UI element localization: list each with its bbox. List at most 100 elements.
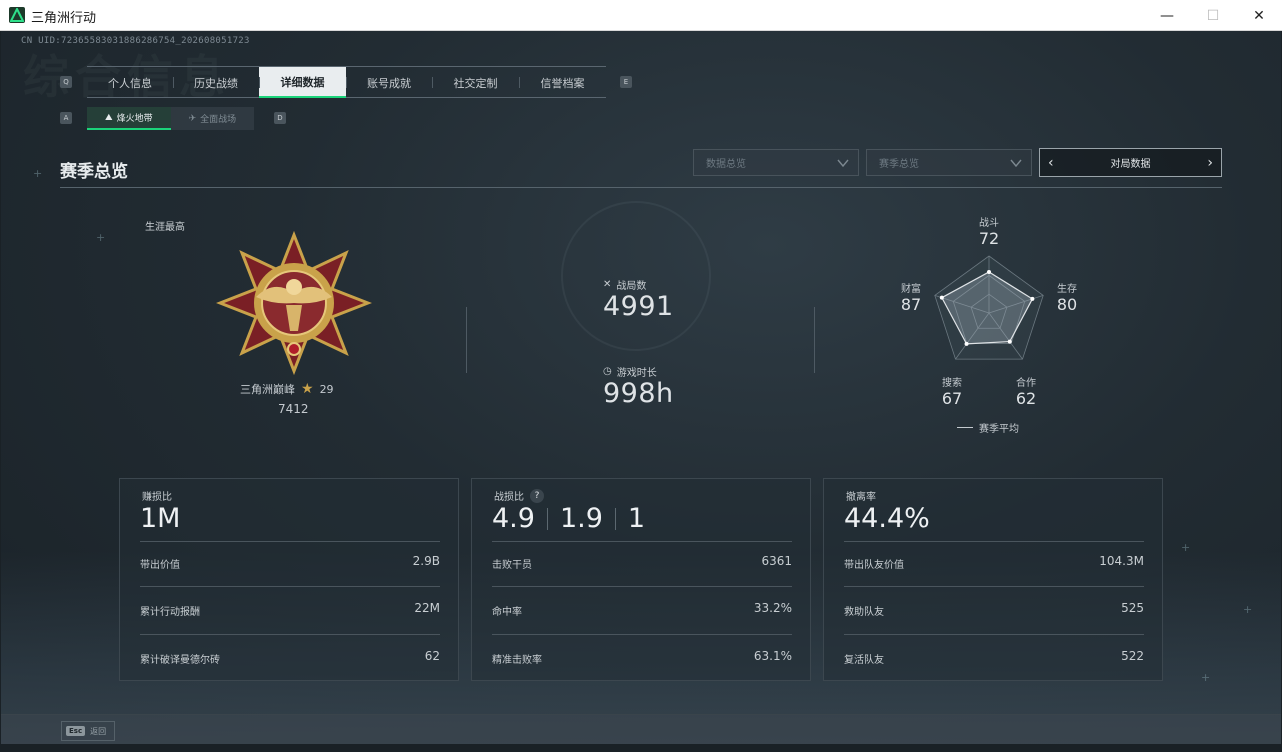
radar-label-search: 搜索: [942, 378, 962, 389]
view-switcher[interactable]: ‹ 对局数据 ›: [1039, 148, 1222, 177]
decor-cross-icon: +: [96, 231, 106, 244]
tab-achievements[interactable]: 账号成就: [346, 67, 432, 98]
radar-value-point: [939, 295, 944, 300]
mountain-icon: ⛰: [105, 112, 113, 123]
stat-row: 累计行动报酬 22M: [140, 601, 440, 618]
back-button[interactable]: Esc 返回: [61, 721, 116, 741]
extract-rate-value: 44.4%: [844, 503, 930, 534]
playtime-label: ◷ 游戏时长: [603, 364, 657, 379]
panel-title: 赚损比: [142, 488, 172, 503]
divider: [466, 307, 467, 373]
panel-title-text: 战损比: [494, 492, 524, 503]
main-tabs: 个人信息 历史战绩 详细数据 账号成就 社交定制 信誉档案: [87, 66, 606, 98]
decor-cross-icon: +: [1243, 603, 1253, 616]
data-type-select[interactable]: 数据总览: [693, 149, 859, 176]
window-titlebar: 三角洲行动 — ☐ ✕: [0, 0, 1282, 31]
panel-kd-ratio: 战损比 ? 4.9 1.9 1 击败干员 6361 命中率 33.2% 精准击败率 6…: [471, 478, 811, 681]
divider: [614, 507, 616, 530]
tab-personal-info[interactable]: 个人信息: [87, 67, 173, 98]
chevron-down-icon: [1010, 159, 1022, 168]
tab-social-custom[interactable]: 社交定制: [432, 67, 519, 98]
radar-chart: [934, 255, 1044, 360]
select-value: 赛季总览: [879, 159, 919, 170]
bottom-bar: Esc 返回: [1, 714, 1281, 744]
stat-key: 带出价值: [140, 560, 180, 571]
tab-detailed-data[interactable]: 详细数据: [259, 67, 346, 98]
back-label: 返回: [90, 726, 107, 736]
matches-label-text: 战局数: [616, 281, 647, 292]
subtab-prev-key-hint[interactable]: A: [60, 112, 72, 124]
mode-subtabs: ⛰ 烽火地带 ✈ 全面战场: [87, 107, 255, 130]
close-button[interactable]: ✕: [1236, 0, 1282, 31]
radar-label-wealth: 财富: [901, 284, 921, 295]
stat-key: 带出队友价值: [844, 560, 904, 571]
stat-key: 救助队友: [844, 607, 884, 618]
decor-cross-icon: +: [1201, 671, 1211, 684]
radar-value-teamwork: 62: [1015, 389, 1037, 408]
tab-prev-key-hint[interactable]: Q: [60, 76, 72, 88]
clock-icon: ◷: [603, 366, 612, 377]
divider: [140, 634, 440, 635]
legend-label: 赛季平均: [979, 424, 1019, 435]
kd-value-2: 1.9: [559, 503, 603, 534]
kd-value-3: 1: [627, 503, 646, 534]
chevron-left-icon[interactable]: ‹: [1048, 155, 1054, 171]
stat-value: 104.3M: [1099, 554, 1144, 568]
stat-value: 22M: [414, 601, 440, 615]
stat-value: 63.1%: [753, 649, 792, 663]
matches-label: ✕ 战局数: [603, 277, 646, 292]
subtab-next-key-hint[interactable]: D: [274, 112, 286, 124]
chevron-right-icon[interactable]: ›: [1207, 155, 1213, 171]
maximize-button[interactable]: ☐: [1190, 0, 1236, 31]
app-logo-icon: [9, 7, 25, 23]
season-select[interactable]: 赛季总览: [866, 149, 1032, 176]
rank-info: 三角洲巅峰 ★ 29: [240, 381, 334, 397]
rank-stars: 29: [319, 382, 334, 396]
rank-medal-icon: [216, 231, 372, 376]
minimize-button[interactable]: —: [1144, 0, 1190, 31]
profit-ratio-value: 1M: [140, 503, 181, 534]
subtab-warfare[interactable]: ✈ 全面战场: [170, 107, 255, 130]
legend-line: [957, 427, 973, 428]
player-uid: CN UID:72365583031886286754_202608051723: [21, 36, 250, 46]
radar-value-point: [964, 341, 969, 346]
divider: [546, 507, 548, 530]
radar-value-combat: 72: [978, 229, 1000, 248]
help-icon[interactable]: ?: [530, 488, 544, 503]
tab-next-key-hint[interactable]: E: [620, 76, 632, 88]
tab-reputation[interactable]: 信誉档案: [519, 67, 606, 98]
star-icon: ★: [301, 381, 314, 397]
tab-match-history[interactable]: 历史战绩: [173, 67, 259, 98]
stat-row: 复活队友 522: [844, 649, 1144, 666]
radar-value-point: [1030, 296, 1035, 301]
window-title: 三角洲行动: [31, 11, 97, 26]
stat-value: 33.2%: [753, 601, 792, 615]
divider: [492, 586, 792, 587]
panel-big-value: 1M: [140, 503, 180, 534]
divider: [140, 541, 440, 542]
decor-cross-icon: +: [1181, 541, 1191, 554]
plane-icon: ✈: [188, 113, 197, 124]
divider: [492, 634, 792, 635]
subtab-operations[interactable]: ⛰ 烽火地带: [87, 107, 171, 130]
panel-big-value: 44.4%: [844, 503, 930, 534]
radar-value-search: 67: [941, 389, 963, 408]
crossed-swords-icon: ✕: [603, 279, 612, 290]
page-title: 赛季总览: [60, 162, 128, 182]
matches-value: 4991: [603, 291, 674, 322]
subtab-label: 烽火地带: [116, 114, 153, 124]
panel-title-text: 赚损比: [142, 492, 172, 503]
radar-label-combat: 战斗: [979, 218, 999, 229]
radar-value-point: [1007, 339, 1012, 344]
divider: [492, 541, 792, 542]
playtime-value: 998h: [603, 378, 674, 409]
stat-key: 复活队友: [844, 655, 884, 666]
stat-row: 救助队友 525: [844, 601, 1144, 618]
radar-value-wealth: 87: [900, 295, 922, 314]
playtime-label-text: 游戏时长: [616, 368, 657, 379]
game-view: 综合信息 + + + + + CN UID:723655830318862867…: [1, 31, 1281, 744]
panel-profit-ratio: 赚损比 1M 带出价值 2.9B 累计行动报酬 22M 累计破译曼德尔砖 62: [119, 478, 459, 681]
stat-value: 525: [1121, 601, 1144, 615]
switcher-label: 对局数据: [1110, 159, 1151, 170]
panel-extract-rate: 撤离率 44.4% 带出队友价值 104.3M 救助队友 525 复活队友 522: [823, 478, 1163, 681]
